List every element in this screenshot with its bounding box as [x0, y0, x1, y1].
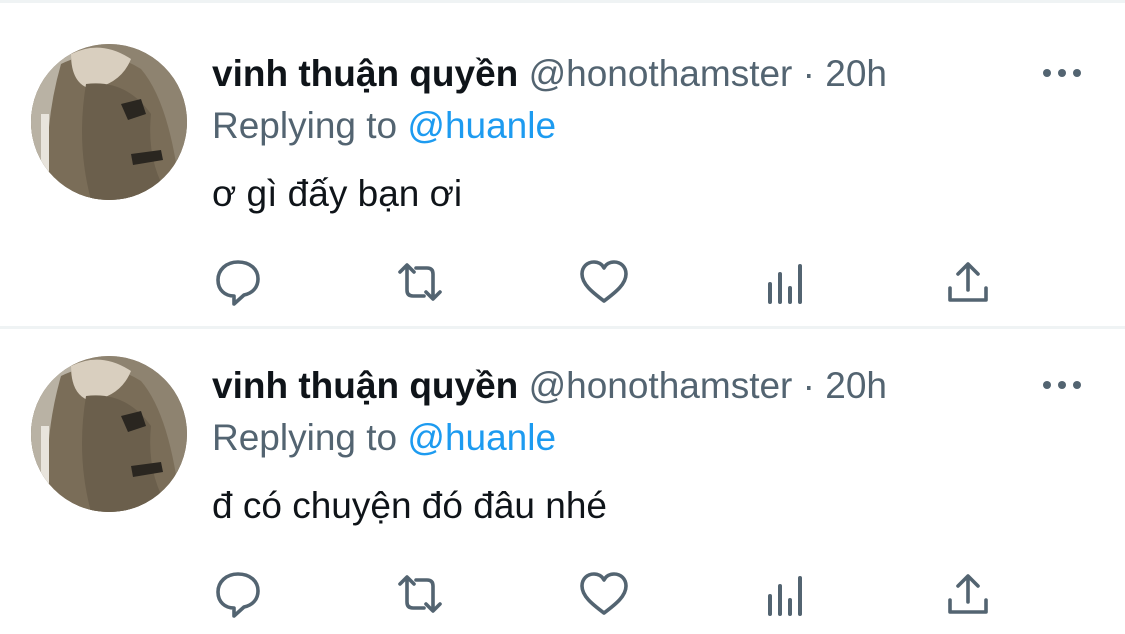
retweet-icon	[398, 575, 442, 613]
reply-mention-link[interactable]: @huanle	[407, 417, 556, 458]
user-handle[interactable]: @honothamster	[529, 365, 793, 406]
tweet-text: ơ gì đấy bạn ơi	[212, 173, 463, 214]
share-icon	[948, 574, 988, 614]
tweet-actions	[0, 254, 1125, 310]
like-icon	[580, 572, 628, 615]
avatar[interactable]	[31, 356, 187, 512]
share-icon	[948, 262, 988, 302]
reply-feed: vinh thuận quyền @honothamster · 20h Rep…	[0, 0, 1125, 634]
reply-icon	[216, 572, 260, 618]
replying-label: Replying to	[212, 417, 398, 458]
replying-to: Replying to @huanle	[212, 102, 556, 150]
share-button[interactable]	[940, 566, 996, 622]
views-button[interactable]	[758, 254, 814, 310]
replying-to: Replying to @huanle	[212, 414, 556, 462]
divider	[0, 0, 1125, 3]
separator-dot: ·	[802, 365, 815, 406]
replying-label: Replying to	[212, 105, 398, 146]
reply-button[interactable]	[210, 254, 266, 310]
tweet-header: vinh thuận quyền @honothamster · 20h	[212, 362, 887, 410]
tweet-actions	[0, 566, 1125, 622]
share-button[interactable]	[940, 254, 996, 310]
timestamp[interactable]: 20h	[825, 53, 887, 94]
like-icon	[580, 260, 628, 303]
retweet-button[interactable]	[392, 254, 448, 310]
tweet[interactable]: vinh thuận quyền @honothamster · 20h Rep…	[0, 318, 1125, 628]
views-icon	[768, 264, 802, 304]
like-button[interactable]	[576, 566, 632, 622]
views-button[interactable]	[758, 566, 814, 622]
display-name[interactable]: vinh thuận quyền	[212, 365, 518, 406]
more-icon[interactable]	[1040, 370, 1084, 400]
reply-button[interactable]	[210, 566, 266, 622]
timestamp[interactable]: 20h	[825, 365, 887, 406]
like-button[interactable]	[576, 254, 632, 310]
display-name[interactable]: vinh thuận quyền	[212, 53, 518, 94]
reply-icon	[216, 260, 260, 306]
user-handle[interactable]: @honothamster	[529, 53, 793, 94]
more-icon[interactable]	[1040, 58, 1084, 88]
tweet-text: đ có chuyện đó đâu nhé	[212, 485, 607, 526]
retweet-icon	[398, 263, 442, 301]
separator-dot: ·	[802, 53, 815, 94]
reply-mention-link[interactable]: @huanle	[407, 105, 556, 146]
retweet-button[interactable]	[392, 566, 448, 622]
views-icon	[768, 576, 802, 616]
tweet[interactable]: vinh thuận quyền @honothamster · 20h Rep…	[0, 6, 1125, 316]
avatar[interactable]	[31, 44, 187, 200]
tweet-header: vinh thuận quyền @honothamster · 20h	[212, 50, 887, 98]
